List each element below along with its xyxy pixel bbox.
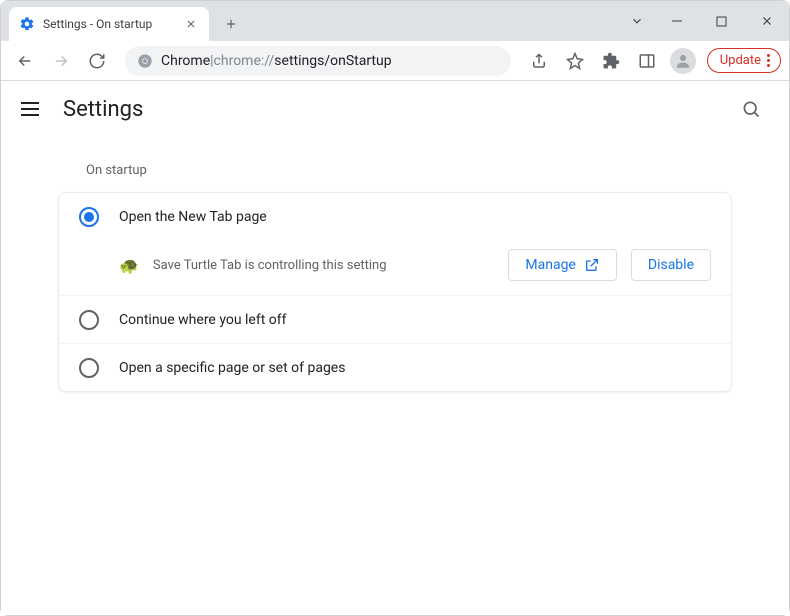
startup-card: Open the New Tab page 🐢 Save Turtle Tab … — [58, 192, 732, 392]
option-continue[interactable]: Continue where you left off — [59, 295, 731, 343]
url-path: settings/onStartup — [274, 53, 391, 69]
new-tab-button[interactable] — [217, 10, 245, 38]
chrome-icon — [137, 53, 153, 69]
menu-icon[interactable] — [21, 97, 45, 121]
turtle-icon: 🐢 — [119, 256, 139, 275]
minimize-button[interactable] — [654, 6, 699, 36]
search-icon[interactable] — [733, 91, 769, 127]
disable-button[interactable]: Disable — [631, 249, 711, 281]
option-specific-page[interactable]: Open a specific page or set of pages — [59, 343, 731, 391]
profile-avatar[interactable] — [667, 45, 699, 77]
radio-unselected[interactable] — [79, 358, 99, 378]
browser-window: Settings - On startup — [0, 0, 790, 616]
radio-unselected[interactable] — [79, 310, 99, 330]
option-label: Open a specific page or set of pages — [119, 360, 345, 376]
url-text: Chrome | chrome:// settings/onStartup — [161, 53, 392, 69]
bookmark-icon[interactable] — [559, 45, 591, 77]
settings-header: Settings — [1, 81, 789, 137]
disable-label: Disable — [648, 257, 694, 273]
update-button[interactable]: Update — [707, 48, 781, 73]
extension-text: Save Turtle Tab is controlling this sett… — [153, 258, 494, 273]
manage-button[interactable]: Manage — [508, 249, 616, 281]
back-button[interactable] — [9, 45, 41, 77]
url-scheme: chrome:// — [214, 53, 275, 69]
settings-body: On startup Open the New Tab page 🐢 Save … — [50, 155, 740, 392]
browser-tab[interactable]: Settings - On startup — [9, 7, 209, 41]
share-icon[interactable] — [523, 45, 555, 77]
manage-label: Manage — [525, 257, 575, 273]
maximize-button[interactable] — [699, 6, 744, 36]
close-icon[interactable] — [183, 16, 199, 32]
update-label: Update — [720, 53, 761, 68]
radio-selected[interactable] — [79, 207, 99, 227]
avatar-icon — [670, 48, 696, 74]
chevron-down-icon[interactable] — [620, 6, 654, 36]
url-prefix: Chrome — [161, 53, 210, 69]
tab-title: Settings - On startup — [43, 17, 175, 31]
page-title: Settings — [63, 97, 143, 122]
launch-icon — [584, 257, 600, 273]
extension-notice: 🐢 Save Turtle Tab is controlling this se… — [59, 241, 731, 295]
reload-button[interactable] — [81, 45, 113, 77]
window-controls — [620, 1, 789, 41]
address-bar[interactable]: Chrome | chrome:// settings/onStartup — [125, 46, 511, 76]
content-area: Settings On startup Open the New Tab pag… — [1, 81, 789, 615]
gear-icon — [19, 16, 35, 32]
forward-button[interactable] — [45, 45, 77, 77]
option-open-new-tab[interactable]: Open the New Tab page — [59, 193, 731, 241]
option-label: Open the New Tab page — [119, 209, 267, 225]
extensions-icon[interactable] — [595, 45, 627, 77]
option-label: Continue where you left off — [119, 312, 287, 328]
toolbar: Chrome | chrome:// settings/onStartup Up… — [1, 41, 789, 81]
sidepanel-icon[interactable] — [631, 45, 663, 77]
close-button[interactable] — [744, 6, 789, 36]
section-label: On startup — [58, 155, 732, 192]
titlebar: Settings - On startup — [1, 1, 789, 41]
more-icon — [767, 54, 770, 67]
